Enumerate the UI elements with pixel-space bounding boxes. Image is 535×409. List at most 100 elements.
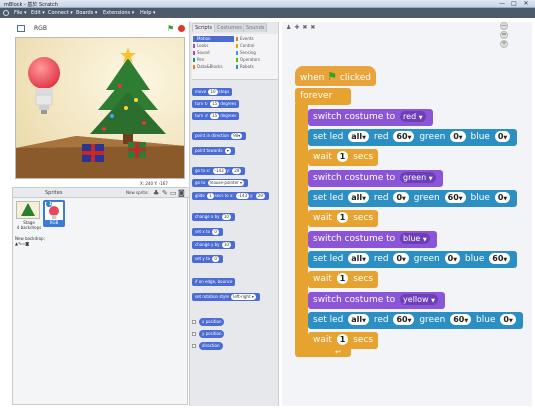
color-value-input[interactable]: 60▼ (393, 314, 415, 325)
block-input[interactable]: 15 (210, 113, 220, 119)
zoom-reset-icon[interactable]: = (500, 31, 508, 39)
block-input[interactable]: 10 (221, 214, 231, 220)
paint-sprite-icon[interactable]: ✎ (162, 189, 168, 197)
costume-dropdown[interactable]: red ▼ (400, 111, 426, 122)
backdrop-tools-icon[interactable]: ▲✎▭◙ (15, 241, 29, 246)
wait-seconds-input[interactable]: 1 (336, 273, 349, 284)
flag-icon[interactable]: ⚑ (167, 24, 174, 33)
tab-sounds[interactable]: Sounds (243, 23, 268, 32)
when-flag-clicked-block[interactable]: when ⚑ clicked (295, 66, 376, 86)
block-input[interactable]: 10 (208, 89, 218, 95)
wait-block[interactable]: wait 1 secs (308, 332, 379, 349)
camera-icon[interactable]: ◙ (178, 189, 185, 197)
palette-block[interactable]: set y to 0 (192, 255, 223, 263)
category-events[interactable]: Events (236, 36, 277, 42)
sprite-thumbnail[interactable]: 1 RGB (43, 200, 65, 227)
wait-block[interactable]: wait 1 secs (308, 149, 379, 166)
wait-seconds-input[interactable]: 1 (336, 212, 349, 223)
stage[interactable] (15, 37, 185, 179)
menu-file[interactable]: File ▾ (14, 10, 26, 16)
block-input[interactable]: 29 (232, 168, 242, 174)
palette-block[interactable]: set rotation style left-right ▾ (192, 293, 260, 301)
menu-extensions[interactable]: Extensions ▾ (103, 10, 134, 16)
tab-costumes[interactable]: Costumes (214, 23, 245, 32)
led-select-dropdown[interactable]: all▼ (348, 314, 369, 325)
forever-block[interactable]: forever (295, 88, 351, 105)
color-value-input[interactable]: 60▼ (393, 131, 415, 142)
palette-block[interactable]: if on edge, bounce (192, 278, 236, 286)
menu-boards[interactable]: Boards ▾ (76, 10, 97, 16)
menu-edit[interactable]: Edit ▾ (31, 10, 45, 16)
switch-costume-block[interactable]: switch costume to red ▼ (308, 109, 433, 126)
block-input[interactable]: 10 (221, 242, 231, 248)
palette-block[interactable]: turn ↻ 15 degrees (192, 100, 240, 108)
palette-block[interactable]: point in direction 90▾ (192, 132, 247, 140)
palette-block[interactable]: set x to 0 (192, 228, 223, 236)
set-led-block[interactable]: set led all▼ red 0▼ green 60▼ blue 0▼ (308, 190, 518, 207)
block-input[interactable]: left-right ▾ (231, 294, 256, 300)
category-sound[interactable]: Sound (193, 50, 234, 56)
zoom-in-icon[interactable]: + (500, 40, 508, 48)
stop-icon[interactable] (178, 25, 185, 32)
set-led-block[interactable]: set led all▼ red 60▼ green 60▼ blue 0▼ (308, 312, 523, 329)
color-value-input[interactable]: 0▼ (393, 192, 409, 203)
block-input[interactable]: -143 (235, 193, 250, 199)
wait-seconds-input[interactable]: 1 (336, 334, 349, 345)
color-value-input[interactable]: 0▼ (494, 192, 511, 203)
block-input[interactable]: 0 (212, 256, 219, 262)
category-motion[interactable]: Motion (193, 36, 234, 42)
block-input[interactable]: ▾ (224, 148, 231, 154)
palette-block[interactable]: glide 1 secs to x: -143 y: 29 (192, 192, 269, 200)
wait-block[interactable]: wait 1 secs (308, 271, 379, 288)
wait-seconds-input[interactable]: 1 (336, 151, 349, 162)
script-tools-icon[interactable]: ♟✚✖✖ (286, 24, 318, 31)
category-datablocks[interactable]: Data&Blocks (193, 64, 234, 70)
palette-block[interactable]: go to x: -143 y: 29 (192, 167, 246, 175)
wait-block[interactable]: wait 1 secs (308, 210, 379, 227)
color-value-input[interactable]: 60▼ (444, 192, 466, 203)
zoom-out-icon[interactable]: − (500, 22, 508, 30)
palette-block[interactable]: move 10 steps (192, 88, 233, 96)
category-sensing[interactable]: Sensing (236, 50, 277, 56)
costume-dropdown[interactable]: blue ▼ (400, 233, 430, 244)
maximize-button[interactable]: □ (508, 0, 520, 8)
set-led-block[interactable]: set led all▼ red 0▼ green 0▼ blue 60▼ (308, 251, 518, 268)
led-select-dropdown[interactable]: all▼ (348, 192, 369, 203)
led-select-dropdown[interactable]: all▼ (348, 253, 369, 264)
reporter-checkbox[interactable] (192, 344, 196, 348)
set-led-block[interactable]: set led all▼ red 60▼ green 0▼ blue 0▼ (308, 129, 518, 146)
menu-help[interactable]: Help ▾ (140, 10, 156, 16)
reporter-block[interactable]: y position (199, 330, 225, 338)
reporter-block[interactable]: x position (199, 318, 225, 326)
reporter-block[interactable]: direction (199, 342, 223, 350)
color-value-input[interactable]: 0▼ (393, 253, 409, 264)
fullscreen-icon[interactable] (17, 25, 25, 32)
block-input[interactable]: 1 (207, 193, 214, 199)
palette-block[interactable]: go to mouse-pointer ▾ (192, 179, 248, 187)
palette-block[interactable]: turn ↺ 15 degrees (192, 112, 240, 120)
category-looks[interactable]: Looks (193, 43, 234, 49)
block-input[interactable]: 90▾ (231, 133, 243, 139)
upload-sprite-icon[interactable]: ▭ (170, 189, 177, 197)
palette-block[interactable]: change x by 10 (192, 213, 235, 221)
color-value-input[interactable]: 0▼ (500, 314, 516, 325)
block-input[interactable]: 15 (210, 101, 220, 107)
globe-icon[interactable] (3, 10, 9, 16)
color-value-input[interactable]: 0▼ (494, 131, 511, 142)
led-select-dropdown[interactable]: all▼ (348, 131, 369, 142)
category-control[interactable]: Control (236, 43, 277, 49)
minimize-button[interactable]: — (496, 0, 508, 8)
block-input[interactable]: mouse-pointer ▾ (207, 180, 244, 186)
category-operators[interactable]: Operators (236, 57, 277, 63)
reporter-checkbox[interactable] (192, 332, 196, 336)
costume-dropdown[interactable]: green ▼ (400, 172, 436, 183)
block-input[interactable]: 29 (255, 193, 265, 199)
color-value-input[interactable]: 0▼ (450, 131, 466, 142)
color-value-input[interactable]: 60▼ (450, 314, 472, 325)
switch-costume-block[interactable]: switch costume to green ▼ (308, 170, 443, 187)
reporter-checkbox[interactable] (192, 320, 196, 324)
color-value-input[interactable]: 0▼ (444, 253, 461, 264)
stage-thumbnail[interactable] (16, 201, 40, 219)
switch-costume-block[interactable]: switch costume to blue ▼ (308, 231, 437, 248)
category-robots[interactable]: Robots (236, 64, 277, 70)
